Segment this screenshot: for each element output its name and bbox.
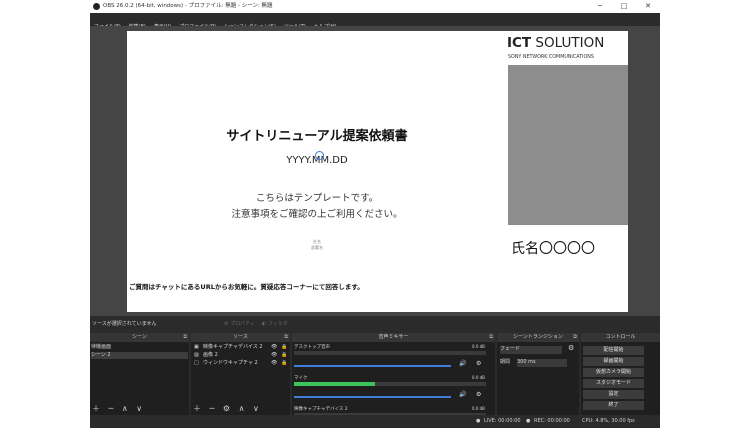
filters-button[interactable]: ◐ フィルタ [262,320,288,327]
source-item[interactable]: ウィンドウキャプチャ 2 [203,360,258,367]
audio-mixer-dock: 音声ミキサー ⧉ デスクトップ音声 0.0 dB 🔊 ⚙ マイク 0.0 dB 🔊… [292,333,495,428]
speaker-icon[interactable]: 🔊 [459,360,466,367]
duration-input[interactable]: 300 ms [517,359,567,367]
camera-feed [508,65,628,225]
live-indicator-icon: ● [476,418,481,424]
source-toolbar: ソースが選択されていません ⚙ プロパティ ◐ フィルタ [90,316,660,332]
mixer-title: 音声ミキサー [378,334,409,340]
settings-button[interactable]: 設定 [583,390,644,399]
status-bar: ● LIVE: 00:00:00 ● REC: 00:00:00 CPU: 4.… [90,415,660,428]
studio-mode-button[interactable]: スタジオモード [583,379,644,388]
source-window-icon: □ [194,360,199,366]
obs-window: OBS 26.0.2 (64-bit, windows) - プロファイル: 無… [90,0,660,428]
cpu-fps: CPU: 4.8%, 30.00 fps [582,418,635,424]
visibility-eye-icon[interactable]: 👁 [271,344,277,351]
transitions-dock: シーントランジション ⧉ フェード ⚙ 期間 300 ms [497,333,579,428]
source-image-icon: ▨ [194,352,199,358]
source-tools[interactable]: ＋ ─ ⚙ ∧ ∨ [193,403,262,414]
track-meter [294,382,486,386]
track-meter-fill [294,382,375,386]
slide-title: サイトリニューアル提案依頼書 [226,129,408,144]
brand-rest: SOLUTION [531,35,605,51]
rec-time: REC: 00:00:00 [534,418,570,424]
slide-note-2: 注意事項をご確認の上ご利用ください。 [231,209,403,220]
slide-department: 部署名 [311,245,323,250]
controls-dock: コントロール 配信開始 録画開始 仮想カメラ開始 スタジオモード 設定 終了 [581,333,660,428]
track-name: デスクトップ音声 [294,345,330,350]
source-item[interactable]: 映像キャプチャデバイス 2 [203,344,263,351]
scenes-dock: シーン ⧉ 待機画面 シーン 2 ＋ ─ ∧ ∨ [90,333,189,428]
track-db: 0.0 dB [472,406,485,411]
source-camera-icon: ▣ [194,344,199,350]
slide-qa-text: ご質問はチャットにあるURLからお気軽に。質疑応答コーナーにて回答します。 [129,283,364,291]
scenes-header: シーン ⧉ [90,333,189,342]
track-name: マイク [294,376,308,381]
visibility-eye-icon[interactable]: 👁 [271,360,277,367]
obs-logo-icon [93,3,100,10]
track-db: 0.0 dB [472,375,485,380]
transition-gear-icon[interactable]: ⚙ [568,345,574,352]
speaker-icon[interactable]: 🔊 [459,391,466,398]
lock-icon[interactable]: 🔒 [281,352,287,359]
menu-bar: ファイル(F)編集(E)表示(V)プロファイル(P)シーンコレクション(S)ツー… [90,13,660,30]
controls-title: コントロール [605,334,636,340]
lock-icon[interactable]: 🔒 [281,344,287,351]
presenter-name: 氏名〇〇〇〇 [511,241,595,257]
duration-label: 期間 [500,359,511,365]
sources-dock: ソース ⧉ ▣ 映像キャプチャデバイス 2 ▨ 画像 2 □ ウィンドウキャプチャ… [191,333,290,428]
lock-icon[interactable]: 🔒 [281,360,287,367]
close-button[interactable]: ✕ [636,0,660,13]
maximize-button[interactable]: □ [612,0,636,13]
track-name: 映像キャプチャデバイス 2 [294,407,348,412]
transitions-header: シーントランジション ⧉ [497,333,579,342]
dock-popout-icon[interactable]: ⧉ [284,333,288,342]
preview-canvas[interactable]: サイトリニューアル提案依頼書 YYYY.MM.DD こちらはテンプレートです。 … [127,31,628,312]
transitions-title: シーントランジション [513,334,563,340]
exit-button[interactable]: 終了 [583,401,644,410]
volume-slider[interactable] [294,365,451,367]
brand-bold: ICT [507,35,532,51]
pointer-cursor-icon [315,151,324,160]
controls-header: コントロール [581,333,660,342]
minimize-button[interactable]: ─ [588,0,612,13]
properties-button[interactable]: ⚙ プロパティ [224,320,255,327]
dock-popout-icon[interactable]: ⧉ [183,333,187,342]
slide-note-1: こちらはテンプレートです。 [255,193,379,204]
scene-item-selected[interactable]: シーン 2 [91,352,188,359]
start-streaming-button[interactable]: 配信開始 [583,346,644,355]
title-bar: OBS 26.0.2 (64-bit, windows) - プロファイル: 無… [90,0,660,13]
volume-slider[interactable] [294,396,451,398]
start-recording-button[interactable]: 録画開始 [583,357,644,366]
transition-select[interactable]: フェード [500,346,562,354]
gear-icon[interactable]: ⚙ [476,360,481,367]
gear-icon[interactable]: ⚙ [476,391,481,398]
visibility-eye-icon[interactable]: 👁 [271,352,277,359]
dock-popout-icon[interactable]: ⧉ [489,333,493,342]
brand-logo: ICT SOLUTION [507,35,628,51]
sources-title: ソース [233,334,248,340]
source-item[interactable]: 画像 2 [203,352,218,359]
start-virtual-camera-button[interactable]: 仮想カメラ開始 [583,368,644,377]
sources-header: ソース ⧉ [191,333,290,342]
live-time: LIVE: 00:00:00 [484,418,521,424]
mixer-header: 音声ミキサー ⧉ [292,333,495,342]
window-title: OBS 26.0.2 (64-bit, windows) - プロファイル: 無… [103,3,273,9]
dock-popout-icon[interactable]: ⧉ [573,333,577,342]
rec-indicator-icon: ● [526,418,531,424]
scenes-title: シーン [132,334,147,340]
scene-tools[interactable]: ＋ ─ ∧ ∨ [92,403,145,414]
brand-subtitle: SONY NETWORK COMMUNICATIONS [508,55,594,60]
track-meter [294,351,486,355]
no-source-message: ソースが選択されていません [92,321,157,327]
track-db: 0.0 dB [472,344,485,349]
scene-item[interactable]: 待機画面 [91,344,188,351]
